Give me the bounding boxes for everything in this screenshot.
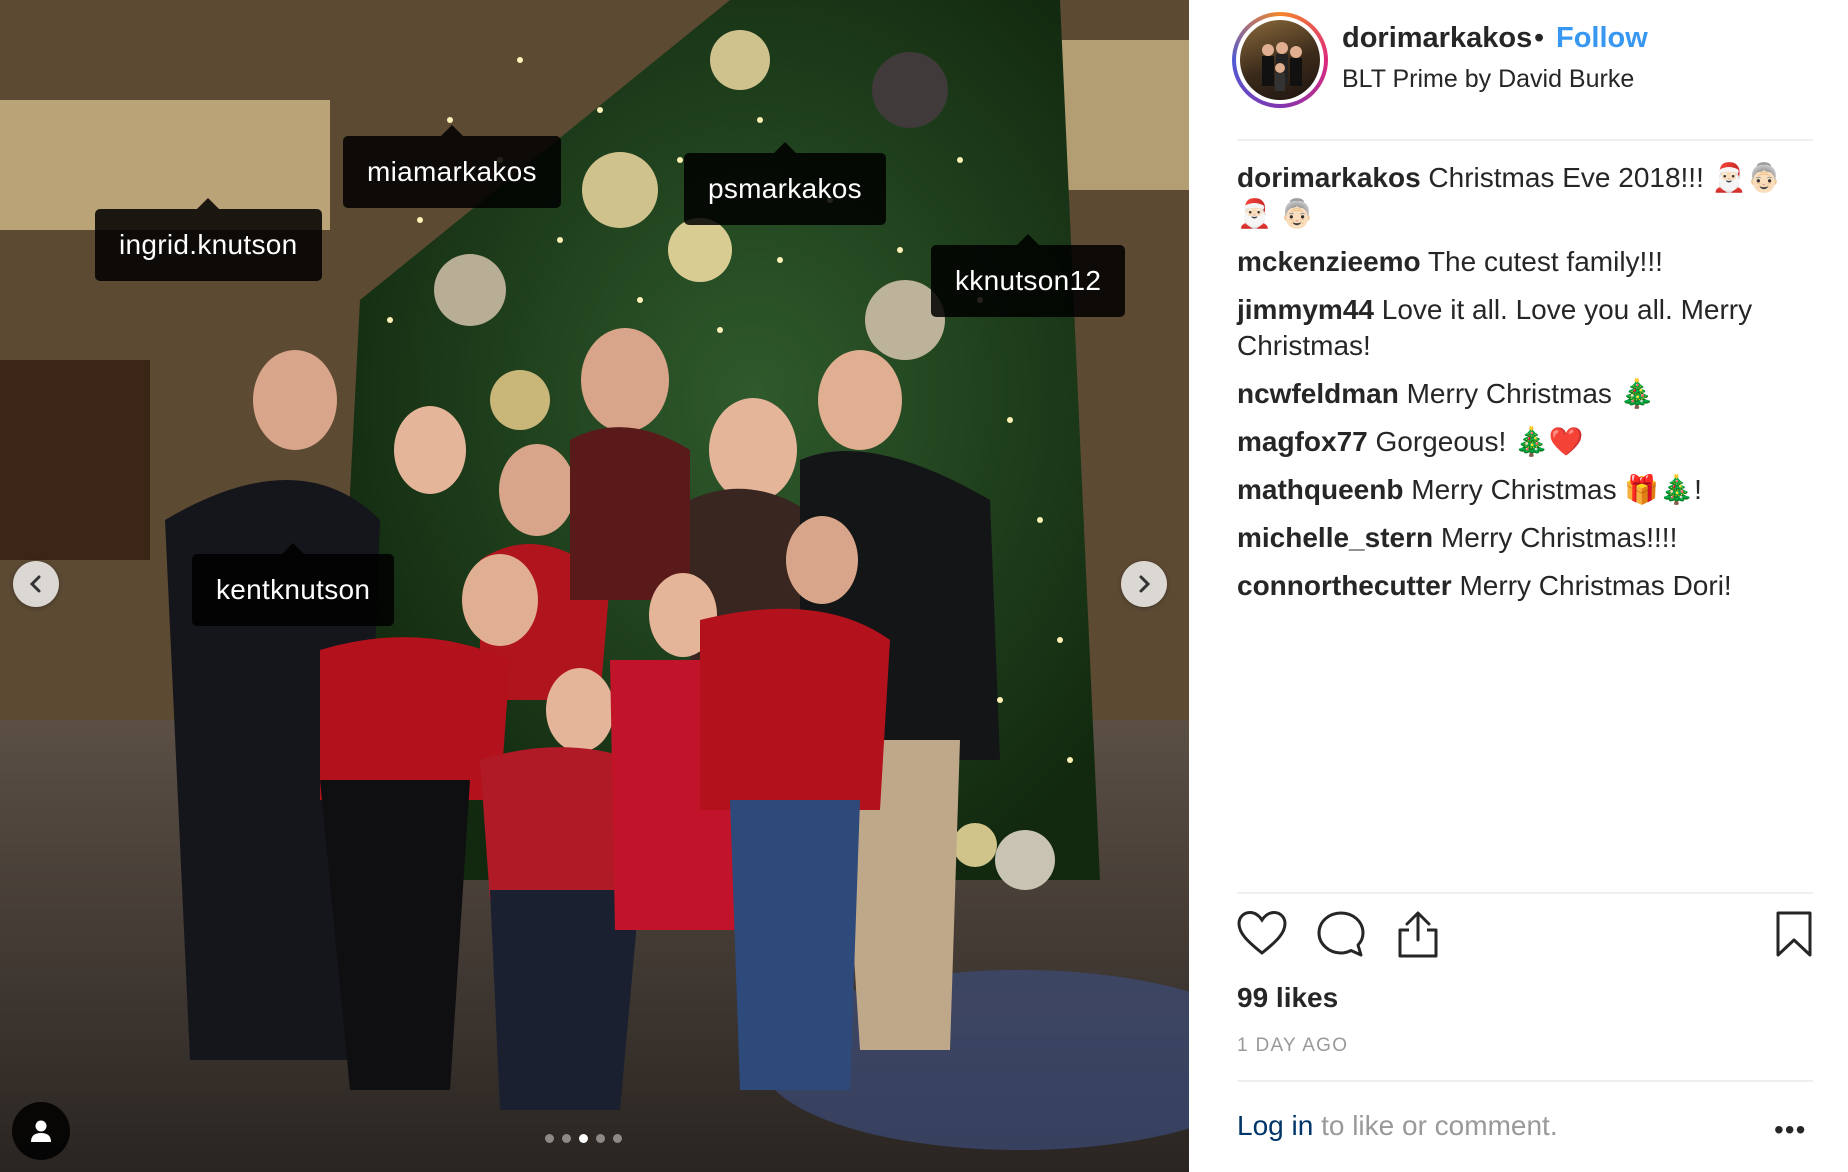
avatar-image	[1240, 20, 1320, 100]
follow-button[interactable]: Follow	[1556, 22, 1648, 55]
comment-username[interactable]: magfox77	[1237, 426, 1368, 457]
header-separator: •	[1534, 22, 1545, 54]
login-prompt: Log in to like or comment.	[1237, 1110, 1558, 1142]
carousel-dot	[596, 1134, 605, 1143]
comment-username[interactable]: dorimarkakos	[1237, 162, 1421, 193]
comment-item: jimmym44 Love it all. Love you all. Merr…	[1237, 292, 1807, 364]
comment-text: The cutest family!!!	[1427, 246, 1663, 277]
share-icon	[1398, 911, 1438, 958]
carousel-prev-button[interactable]	[13, 561, 59, 607]
comment-item: mckenzieemo The cutest family!!!	[1237, 244, 1807, 280]
photo-tag-kentknutson[interactable]: kentknutson	[192, 543, 395, 626]
comment-username[interactable]: michelle_stern	[1237, 522, 1433, 553]
chevron-right-icon	[1139, 575, 1151, 593]
avatar[interactable]	[1232, 12, 1328, 108]
comment-username[interactable]: connorthecutter	[1237, 570, 1452, 601]
save-button[interactable]	[1775, 910, 1813, 963]
carousel-dot	[613, 1134, 622, 1143]
comment-username[interactable]: jimmym44	[1237, 294, 1374, 325]
share-button[interactable]	[1395, 910, 1441, 965]
comment-item: mathqueenb Merry Christmas 🎁🎄!	[1237, 472, 1807, 508]
comment-text: Gorgeous! 🎄❤️	[1375, 426, 1584, 457]
carousel-dot	[545, 1134, 554, 1143]
login-prompt-text: to like or comment.	[1313, 1110, 1558, 1141]
caption: dorimarkakos Christmas Eve 2018!!! 🎅🏻👵🏻🎅…	[1237, 160, 1807, 232]
comment-item: magfox77 Gorgeous! 🎄❤️	[1237, 424, 1807, 460]
post-photo[interactable]: miamarkakos ingrid.knutson psmarkakos kk…	[0, 0, 1189, 1172]
like-button[interactable]	[1237, 910, 1287, 961]
carousel-dot-active	[579, 1134, 588, 1143]
post-author-username[interactable]: dorimarkakos	[1342, 22, 1532, 55]
carousel-dot	[562, 1134, 571, 1143]
tagged-users-button[interactable]	[12, 1102, 70, 1160]
heart-icon	[1237, 910, 1287, 955]
comment-text: Merry Christmas 🎄	[1406, 378, 1655, 409]
user-icon	[31, 1120, 51, 1142]
comment-button[interactable]	[1316, 910, 1366, 963]
chevron-left-icon	[29, 575, 41, 593]
comment-text: Merry Christmas Dori!	[1459, 570, 1732, 601]
footer-divider	[1237, 1080, 1813, 1082]
post-timestamp: 1 DAY AGO	[1237, 1035, 1349, 1056]
comment-username[interactable]: mathqueenb	[1237, 474, 1403, 505]
comment-text: Merry Christmas 🎁🎄!	[1411, 474, 1702, 505]
photo-tag-miamarkakos[interactable]: miamarkakos	[343, 125, 561, 208]
header-divider	[1237, 139, 1813, 141]
bookmark-icon	[1776, 911, 1812, 957]
login-link[interactable]: Log in	[1237, 1110, 1313, 1141]
photo-tag-kknutson12[interactable]: kknutson12	[931, 234, 1126, 317]
photo-tag-ingrid-knutson[interactable]: ingrid.knutson	[95, 198, 322, 281]
photo-tag-psmarkakos[interactable]: psmarkakos	[684, 142, 886, 225]
comment-text: Merry Christmas!!!!	[1440, 522, 1678, 553]
comment-username[interactable]: mckenzieemo	[1237, 246, 1421, 277]
comment-username[interactable]: ncwfeldman	[1237, 378, 1399, 409]
more-options-button[interactable]: •••	[1774, 1114, 1806, 1146]
comment-bubble-icon	[1317, 911, 1365, 957]
christmas-family-photo	[0, 0, 1189, 1172]
likes-count[interactable]: 99 likes	[1237, 982, 1338, 1014]
comment-item: ncwfeldman Merry Christmas 🎄	[1237, 376, 1807, 412]
carousel-indicators	[545, 1134, 622, 1143]
post-actions	[1237, 910, 1813, 970]
carousel-next-button[interactable]	[1121, 561, 1167, 607]
comment-item: michelle_stern Merry Christmas!!!!	[1237, 520, 1807, 556]
post-location[interactable]: BLT Prime by David Burke	[1342, 65, 1634, 94]
comment-item: connorthecutter Merry Christmas Dori!	[1237, 568, 1807, 604]
actions-divider	[1237, 892, 1813, 894]
comments-list: dorimarkakos Christmas Eve 2018!!! 🎅🏻👵🏻🎅…	[1237, 160, 1807, 616]
